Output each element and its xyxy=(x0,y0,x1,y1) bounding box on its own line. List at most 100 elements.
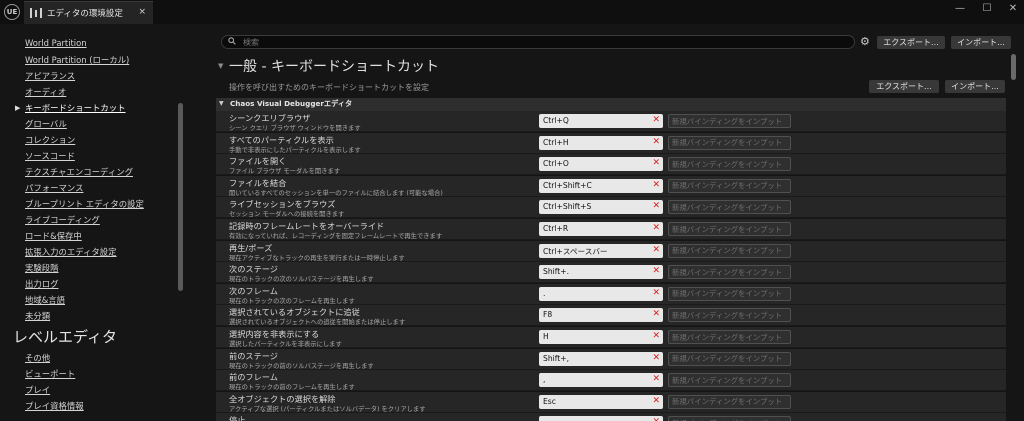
new-binding-field[interactable] xyxy=(668,330,791,344)
shortcut-row: 再生/ポーズ 現在アクティブなトラックの再生を実行または一時停止します Ctrl+ス… xyxy=(216,240,1006,262)
new-binding-input[interactable] xyxy=(672,353,786,364)
sidebar-item[interactable]: プレイ資格情報 xyxy=(25,400,84,412)
section-collapse-icon[interactable]: ▼ xyxy=(218,62,223,70)
new-binding-field[interactable] xyxy=(668,114,791,128)
key-binding-field[interactable]: Esc ✕ xyxy=(539,394,663,409)
new-binding-input[interactable] xyxy=(672,267,786,278)
sidebar-item[interactable]: ソースコード xyxy=(25,150,75,162)
new-binding-field[interactable] xyxy=(668,157,791,172)
new-binding-field[interactable] xyxy=(668,200,791,215)
clear-binding-icon[interactable]: ✕ xyxy=(652,396,660,407)
clear-binding-icon[interactable]: ✕ xyxy=(652,353,660,364)
sidebar-item[interactable]: World Partition xyxy=(25,38,87,48)
search-input[interactable] xyxy=(243,36,843,48)
clear-binding-icon[interactable]: ✕ xyxy=(652,115,660,126)
sidebar-item[interactable]: パフォーマンス xyxy=(25,182,83,194)
sidebar-item[interactable]: キーボードショートカット xyxy=(25,102,126,114)
category-header[interactable]: ▼ Chaos Visual Debuggerエディタ xyxy=(216,98,1006,111)
new-binding-field[interactable] xyxy=(668,178,791,193)
key-binding-field[interactable]: Ctrl+Shift+S ✕ xyxy=(539,200,663,215)
key-binding-field[interactable]: Ctrl+R ✕ xyxy=(539,222,663,236)
new-binding-field[interactable] xyxy=(668,351,791,366)
new-binding-input[interactable] xyxy=(672,288,786,299)
clear-binding-icon[interactable]: ✕ xyxy=(652,374,660,385)
clear-binding-icon[interactable]: ✕ xyxy=(652,201,660,212)
sidebar-item[interactable]: ブループリント エディタの設定 xyxy=(25,198,144,210)
tab-close-icon[interactable]: × xyxy=(138,7,146,17)
new-binding-field[interactable] xyxy=(668,373,791,388)
key-binding-field[interactable]: Shift+, ✕ xyxy=(539,351,663,366)
sidebar-item[interactable]: ビューポート xyxy=(25,368,75,380)
sidebar-item[interactable]: 出力ログ xyxy=(25,278,59,290)
sidebar-item[interactable]: World Partition (ローカル) xyxy=(25,54,129,66)
sidebar-item[interactable]: 地域&言語 xyxy=(25,294,65,306)
key-binding-field[interactable]: ✕ xyxy=(539,416,663,421)
new-binding-input[interactable] xyxy=(672,310,786,321)
sidebar-item[interactable]: その他 xyxy=(25,352,50,364)
clear-binding-icon[interactable]: ✕ xyxy=(652,137,660,148)
maximize-button[interactable]: ☐ xyxy=(980,3,994,14)
sidebar-item[interactable]: プレイ xyxy=(25,384,50,396)
new-binding-field[interactable] xyxy=(668,416,791,421)
key-binding-field[interactable]: . ✕ xyxy=(539,286,663,301)
sidebar-item[interactable]: テクスチャエンコーディング xyxy=(25,166,133,178)
shortcut-description: 現在のトラックの前のソルバステージを再生します xyxy=(229,362,374,370)
tab-editor-preferences[interactable]: エディタの環境設定 × xyxy=(24,1,153,24)
new-binding-field[interactable] xyxy=(668,394,791,409)
new-binding-input[interactable] xyxy=(672,224,786,234)
clear-binding-icon[interactable]: ✕ xyxy=(652,245,660,256)
key-binding-field[interactable]: F8 ✕ xyxy=(539,308,663,323)
new-binding-field[interactable] xyxy=(668,222,791,236)
new-binding-input[interactable] xyxy=(672,180,786,191)
key-binding-field[interactable]: H ✕ xyxy=(539,330,663,344)
clear-binding-icon[interactable]: ✕ xyxy=(652,288,660,299)
sidebar-item[interactable]: オーディオ xyxy=(25,86,66,98)
section-export-button[interactable]: エクスポート... xyxy=(869,80,939,93)
key-binding-field[interactable]: Ctrl+スペースバー ✕ xyxy=(539,243,663,258)
key-binding-field[interactable]: Ctrl+Shift+C ✕ xyxy=(539,178,663,193)
new-binding-field[interactable] xyxy=(668,286,791,301)
sidebar-scrollbar[interactable] xyxy=(178,103,183,291)
sidebar-item[interactable]: ロード&保存中 xyxy=(25,230,82,242)
key-binding-field[interactable]: Ctrl+H ✕ xyxy=(539,135,663,150)
new-binding-field[interactable] xyxy=(668,265,791,280)
clear-binding-icon[interactable]: ✕ xyxy=(652,223,660,234)
sidebar-item[interactable]: 未分類 xyxy=(25,310,50,322)
new-binding-input[interactable] xyxy=(672,245,786,256)
new-binding-input[interactable] xyxy=(672,396,786,407)
category-collapse-icon[interactable]: ▼ xyxy=(219,100,224,107)
minimize-button[interactable]: — xyxy=(953,3,967,14)
gear-icon[interactable]: ⚙ xyxy=(860,36,870,48)
clear-binding-icon[interactable]: ✕ xyxy=(652,331,660,342)
new-binding-input[interactable] xyxy=(672,332,786,342)
new-binding-input[interactable] xyxy=(672,375,786,386)
main-scrollbar[interactable] xyxy=(1011,54,1016,80)
sidebar-item[interactable]: グローバル xyxy=(25,118,67,130)
section-import-button[interactable]: インポート... xyxy=(945,80,1005,93)
import-button[interactable]: インポート... xyxy=(951,36,1011,49)
close-window-button[interactable]: ✕ xyxy=(1006,3,1020,14)
sidebar-item[interactable]: ライブコーディング xyxy=(25,214,100,226)
new-binding-input[interactable] xyxy=(672,137,786,148)
new-binding-field[interactable] xyxy=(668,135,791,150)
new-binding-input[interactable] xyxy=(672,202,786,213)
sidebar-item[interactable]: アピアランス xyxy=(25,70,75,82)
new-binding-field[interactable] xyxy=(668,308,791,323)
clear-binding-icon[interactable]: ✕ xyxy=(652,417,660,421)
clear-binding-icon[interactable]: ✕ xyxy=(652,266,660,277)
clear-binding-icon[interactable]: ✕ xyxy=(652,180,660,191)
key-binding-field[interactable]: , ✕ xyxy=(539,373,663,388)
clear-binding-icon[interactable]: ✕ xyxy=(652,309,660,320)
key-binding-field[interactable]: Shift+. ✕ xyxy=(539,265,663,280)
new-binding-input[interactable] xyxy=(672,159,786,170)
key-binding-field[interactable]: Ctrl+Q ✕ xyxy=(539,114,663,128)
sidebar-item[interactable]: コレクション xyxy=(25,134,75,146)
export-button[interactable]: エクスポート... xyxy=(877,36,945,49)
new-binding-field[interactable] xyxy=(668,243,791,258)
sidebar-item[interactable]: 拡張入力のエディタ設定 xyxy=(25,246,117,258)
search-box[interactable] xyxy=(221,35,855,49)
new-binding-input[interactable] xyxy=(672,116,786,126)
sidebar-item[interactable]: 実験段階 xyxy=(25,262,59,274)
key-binding-field[interactable]: Ctrl+O ✕ xyxy=(539,157,663,172)
clear-binding-icon[interactable]: ✕ xyxy=(652,158,660,169)
